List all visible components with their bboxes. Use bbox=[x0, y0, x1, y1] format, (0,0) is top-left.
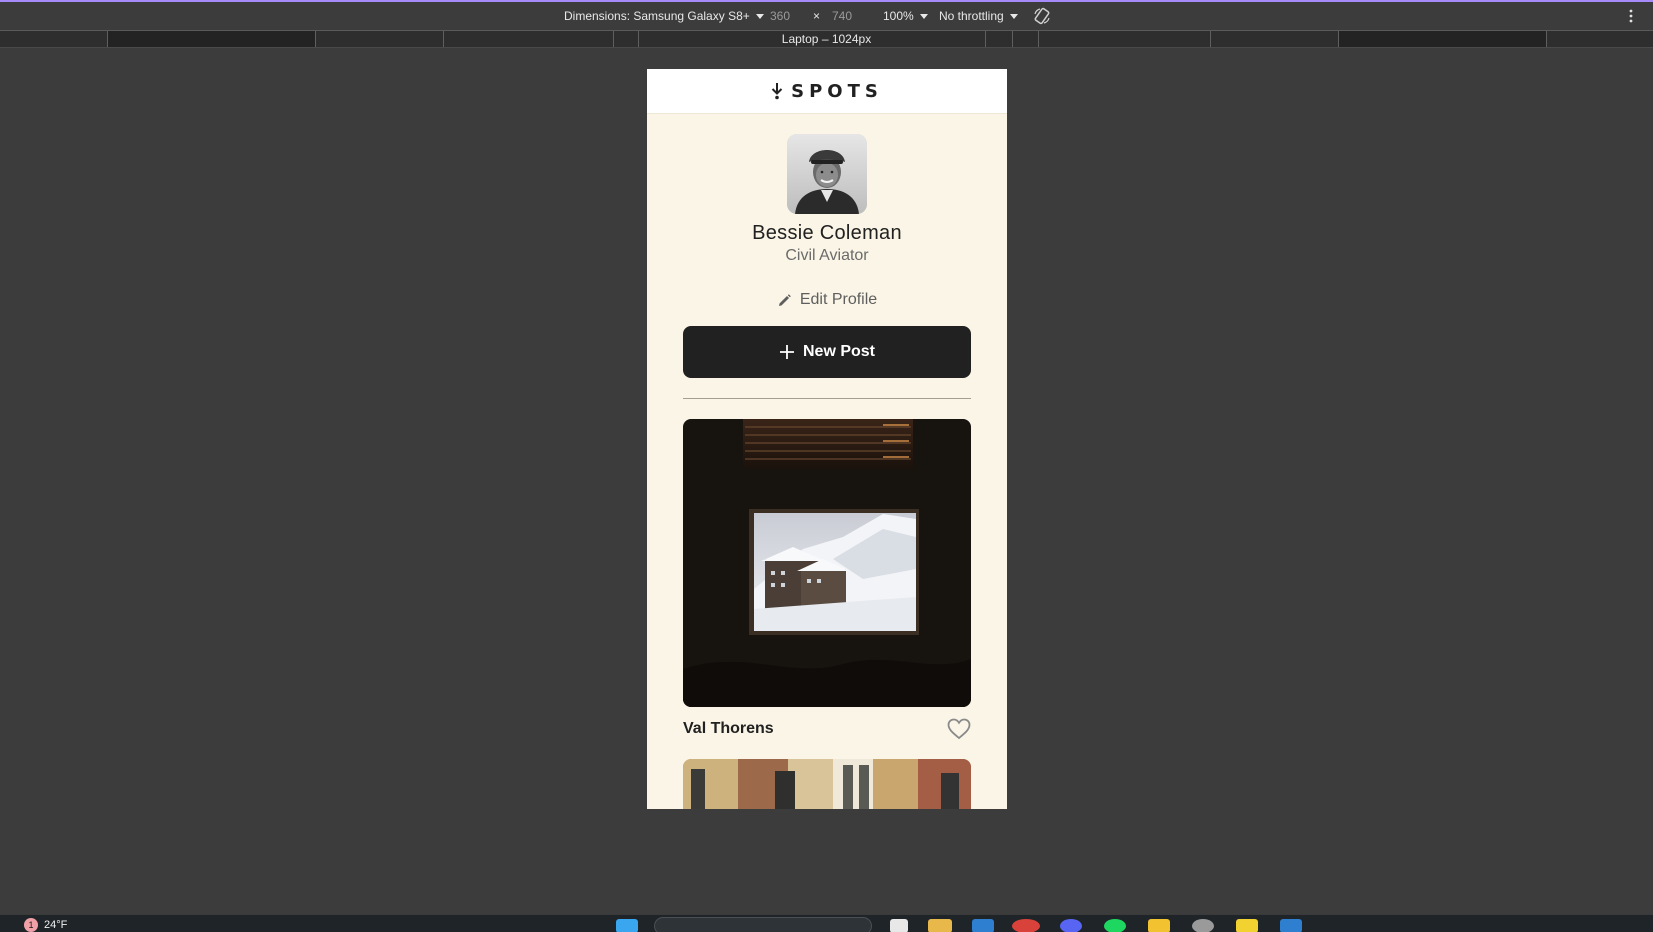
profile-name: Bessie Coleman bbox=[752, 222, 902, 244]
file-explorer-icon[interactable] bbox=[928, 919, 952, 932]
chevron-down-icon bbox=[919, 14, 928, 20]
profile-section: Bessie Coleman Civil Aviator Edit Profil… bbox=[647, 114, 1007, 378]
app-icon[interactable] bbox=[1192, 919, 1214, 932]
weather-widget[interactable]: 1 24°F bbox=[24, 918, 67, 932]
card-footer: Val Thorens bbox=[683, 718, 971, 740]
card-photo bbox=[683, 419, 971, 707]
notification-badge: 1 bbox=[24, 918, 38, 932]
more-icon[interactable] bbox=[1628, 8, 1634, 24]
throttling-label: No throttling bbox=[939, 9, 1004, 23]
card-image[interactable] bbox=[683, 419, 971, 707]
weather-temperature: 24°F bbox=[44, 919, 68, 931]
logo-icon bbox=[771, 83, 783, 100]
device-dimensions-label: Dimensions: Samsung Galaxy S8+ bbox=[564, 9, 750, 23]
media-query-ruler: Laptop – 1024px bbox=[0, 31, 1653, 48]
card-image[interactable] bbox=[683, 759, 971, 809]
app-icon[interactable] bbox=[1148, 919, 1170, 932]
app-icon[interactable] bbox=[1280, 919, 1302, 932]
vscode-icon[interactable] bbox=[972, 919, 994, 932]
avatar-photo bbox=[787, 134, 867, 214]
edit-profile-button[interactable]: Edit Profile bbox=[647, 291, 1007, 309]
discord-icon[interactable] bbox=[1060, 919, 1082, 932]
chevron-down-icon bbox=[755, 14, 764, 20]
pencil-icon bbox=[778, 293, 791, 306]
throttling-select[interactable]: No throttling bbox=[939, 9, 1018, 23]
os-taskbar: 1 24°F bbox=[0, 914, 1653, 932]
taskbar-search[interactable] bbox=[654, 917, 872, 932]
avatar bbox=[787, 134, 867, 214]
new-post-label: New Post bbox=[802, 343, 875, 360]
new-post-button[interactable]: New Post bbox=[683, 326, 971, 378]
edit-profile-label: Edit Profile bbox=[799, 291, 878, 308]
app-icon[interactable] bbox=[890, 919, 908, 932]
windows-start-icon[interactable] bbox=[616, 919, 638, 932]
viewport-height-input[interactable]: 740 bbox=[832, 9, 852, 23]
app-header: SPOTS bbox=[647, 69, 1007, 114]
viewport-width-input[interactable]: 360 bbox=[770, 9, 790, 23]
card bbox=[683, 759, 971, 809]
card: Val Thorens bbox=[683, 419, 971, 740]
logo-text: SPOTS bbox=[791, 80, 883, 102]
chrome-icon[interactable] bbox=[1012, 919, 1040, 932]
heart-icon[interactable] bbox=[947, 718, 971, 740]
card-photo bbox=[683, 759, 971, 809]
spotify-icon[interactable] bbox=[1104, 919, 1126, 932]
plus-icon bbox=[779, 345, 794, 359]
card-title: Val Thorens bbox=[683, 720, 774, 737]
divider bbox=[683, 398, 971, 399]
zoom-select[interactable]: 100% bbox=[883, 9, 928, 23]
chevron-down-icon bbox=[1009, 14, 1018, 20]
ruler-breakpoint-label: Laptop – 1024px bbox=[781, 32, 872, 46]
logo[interactable]: SPOTS bbox=[771, 81, 883, 102]
dimension-times-icon: × bbox=[813, 9, 821, 23]
rotate-icon[interactable] bbox=[1033, 7, 1051, 25]
sticky-notes-icon[interactable] bbox=[1236, 919, 1258, 932]
profile-description: Civil Aviator bbox=[785, 247, 869, 264]
devtools-toolbar: Dimensions: Samsung Galaxy S8+ 360 × 740… bbox=[0, 0, 1653, 31]
device-viewport: SPOTS Bessie Coleman Civil Aviator Edit … bbox=[647, 69, 1007, 809]
zoom-label: 100% bbox=[883, 9, 914, 23]
device-dimensions-select[interactable]: Dimensions: Samsung Galaxy S8+ bbox=[564, 9, 764, 23]
